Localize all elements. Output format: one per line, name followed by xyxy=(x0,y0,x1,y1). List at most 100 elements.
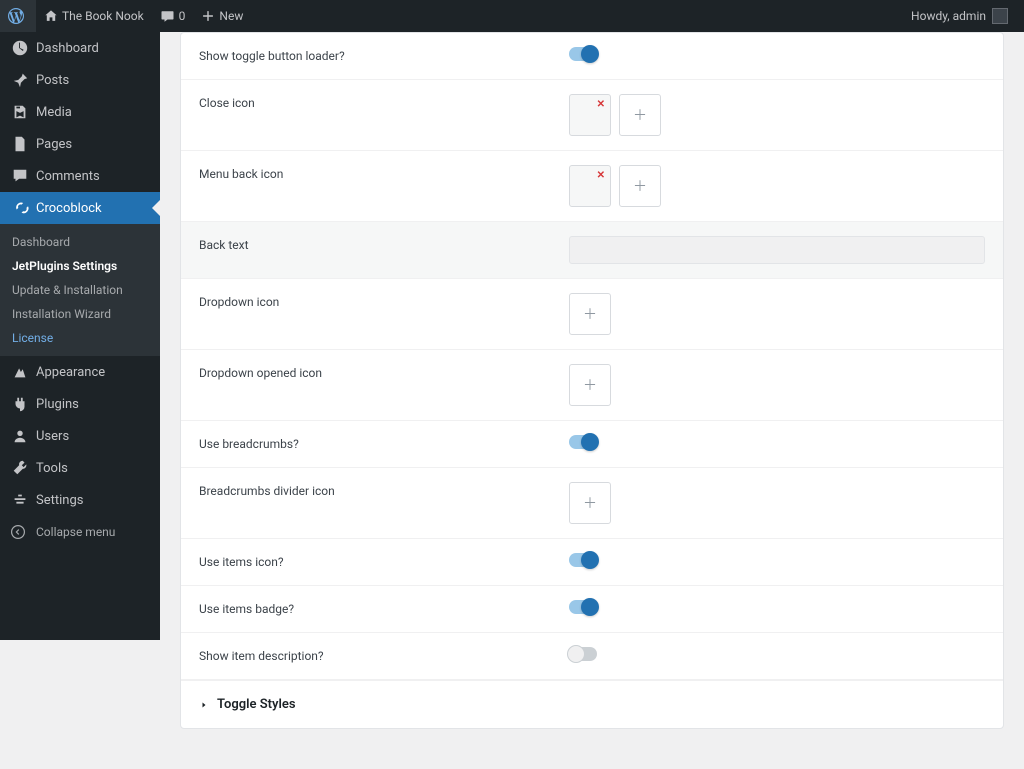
toggle-switch[interactable] xyxy=(569,47,597,61)
setting-row-dropdown-icon: Dropdown icon ＋ xyxy=(181,279,1003,350)
icon-add-box[interactable]: ＋ xyxy=(619,94,661,136)
settings-icon xyxy=(10,491,30,509)
icon-preview-box[interactable]: ✕ xyxy=(569,94,611,136)
wp-logo[interactable] xyxy=(0,0,36,32)
toggle-switch[interactable] xyxy=(569,553,597,567)
sidebar-item-label: Settings xyxy=(36,493,83,508)
home-icon xyxy=(44,9,58,23)
sidebar-item-label: Crocoblock xyxy=(36,201,102,216)
sidebar-item-label: Media xyxy=(36,105,72,120)
sidebar-item-label: Comments xyxy=(36,169,100,184)
sidebar-item-label: Users xyxy=(36,429,69,444)
toggle-switch[interactable] xyxy=(569,647,597,661)
plus-icon: ＋ xyxy=(583,375,597,395)
sidebar-item-plugins[interactable]: Plugins xyxy=(0,388,160,420)
media-icon xyxy=(10,103,30,121)
account-link[interactable]: Howdy, admin xyxy=(903,0,1016,32)
sidebar-item-tools[interactable]: Tools xyxy=(0,452,160,484)
sidebar-item-pages[interactable]: Pages xyxy=(0,128,160,160)
new-label: New xyxy=(219,9,243,23)
remove-icon[interactable]: ✕ xyxy=(597,99,605,110)
avatar xyxy=(992,8,1008,24)
setting-row-menu-back-icon: Menu back icon ✕ ＋ xyxy=(181,151,1003,222)
collapse-icon xyxy=(10,524,30,540)
chevron-right-icon xyxy=(199,700,209,710)
plus-icon xyxy=(201,9,215,23)
site-name: The Book Nook xyxy=(62,9,144,23)
remove-icon[interactable]: ✕ xyxy=(597,170,605,181)
plus-icon: ＋ xyxy=(583,493,597,513)
sidebar-item-settings[interactable]: Settings xyxy=(0,484,160,516)
back-text-input[interactable] xyxy=(569,236,985,264)
setting-row-dropdown-opened-icon: Dropdown opened icon ＋ xyxy=(181,350,1003,421)
section-title: Toggle Styles xyxy=(217,697,296,712)
content-area: Show toggle button loader? Close icon ✕ … xyxy=(160,0,1024,769)
setting-label: Use items icon? xyxy=(199,553,569,569)
sidebar-item-crocoblock[interactable]: Crocoblock xyxy=(0,192,160,224)
sidebar-item-label: Appearance xyxy=(36,365,105,380)
setting-row-toggle-loader: Show toggle button loader? xyxy=(181,33,1003,80)
plugin-icon xyxy=(10,395,30,413)
sidebar-submenu: Dashboard JetPlugins Settings Update & I… xyxy=(0,224,160,356)
site-name-link[interactable]: The Book Nook xyxy=(36,0,152,32)
collapse-menu[interactable]: Collapse menu xyxy=(0,516,160,548)
admin-bar: The Book Nook 0 New Howdy, admin xyxy=(0,0,1024,32)
settings-panel: Show toggle button loader? Close icon ✕ … xyxy=(180,32,1004,729)
icon-add-box[interactable]: ＋ xyxy=(569,364,611,406)
crocoblock-icon xyxy=(10,199,30,217)
toggle-switch[interactable] xyxy=(569,435,597,449)
setting-label: Use breadcrumbs? xyxy=(199,435,569,451)
sidebar-item-label: Pages xyxy=(36,137,72,152)
setting-row-breadcrumbs-divider-icon: Breadcrumbs divider icon ＋ xyxy=(181,468,1003,539)
setting-row-show-item-description: Show item description? xyxy=(181,633,1003,680)
sidebar-item-label: Dashboard xyxy=(36,41,99,56)
setting-row-use-items-icon: Use items icon? xyxy=(181,539,1003,586)
setting-label: Breadcrumbs divider icon xyxy=(199,482,569,498)
plus-icon: ＋ xyxy=(583,304,597,324)
sidebar-item-comments[interactable]: Comments xyxy=(0,160,160,192)
icon-add-box[interactable]: ＋ xyxy=(569,482,611,524)
submenu-item-dashboard[interactable]: Dashboard xyxy=(0,230,160,254)
setting-label: Show item description? xyxy=(199,647,569,663)
setting-label: Show toggle button loader? xyxy=(199,47,569,63)
setting-label: Dropdown icon xyxy=(199,293,569,309)
appearance-icon xyxy=(10,363,30,381)
admin-sidebar: Dashboard Posts Media Pages Comments Cro… xyxy=(0,32,160,640)
sidebar-item-posts[interactable]: Posts xyxy=(0,64,160,96)
setting-row-back-text: Back text xyxy=(181,222,1003,279)
sidebar-item-dashboard[interactable]: Dashboard xyxy=(0,32,160,64)
page-icon xyxy=(10,135,30,153)
sidebar-item-label: Posts xyxy=(36,73,69,88)
comments-count: 0 xyxy=(179,9,186,23)
setting-label: Menu back icon xyxy=(199,165,569,181)
setting-row-close-icon: Close icon ✕ ＋ xyxy=(181,80,1003,151)
new-content-link[interactable]: New xyxy=(193,0,251,32)
plus-icon: ＋ xyxy=(633,105,647,125)
section-header-toggle-styles[interactable]: Toggle Styles xyxy=(181,680,1003,728)
comments-link[interactable]: 0 xyxy=(152,0,194,32)
submenu-item-update[interactable]: Update & Installation xyxy=(0,278,160,302)
sidebar-item-media[interactable]: Media xyxy=(0,96,160,128)
users-icon xyxy=(10,427,30,445)
setting-label: Back text xyxy=(199,236,569,252)
setting-row-use-items-badge: Use items badge? xyxy=(181,586,1003,633)
sidebar-item-label: Tools xyxy=(36,461,68,476)
icon-add-box[interactable]: ＋ xyxy=(619,165,661,207)
toggle-switch[interactable] xyxy=(569,600,597,614)
sidebar-item-appearance[interactable]: Appearance xyxy=(0,356,160,388)
comment-bubble-icon xyxy=(160,9,175,24)
submenu-item-jetplugins[interactable]: JetPlugins Settings xyxy=(0,254,160,278)
dashboard-icon xyxy=(10,39,30,57)
submenu-item-license[interactable]: License xyxy=(0,326,160,350)
setting-label: Use items badge? xyxy=(199,600,569,616)
icon-preview-box[interactable]: ✕ xyxy=(569,165,611,207)
wordpress-icon xyxy=(8,8,24,24)
setting-label: Close icon xyxy=(199,94,569,110)
sidebar-item-label: Plugins xyxy=(36,397,79,412)
collapse-label: Collapse menu xyxy=(36,525,115,539)
sidebar-item-users[interactable]: Users xyxy=(0,420,160,452)
submenu-item-wizard[interactable]: Installation Wizard xyxy=(0,302,160,326)
icon-add-box[interactable]: ＋ xyxy=(569,293,611,335)
pin-icon xyxy=(10,71,30,89)
greeting: Howdy, admin xyxy=(911,9,986,23)
